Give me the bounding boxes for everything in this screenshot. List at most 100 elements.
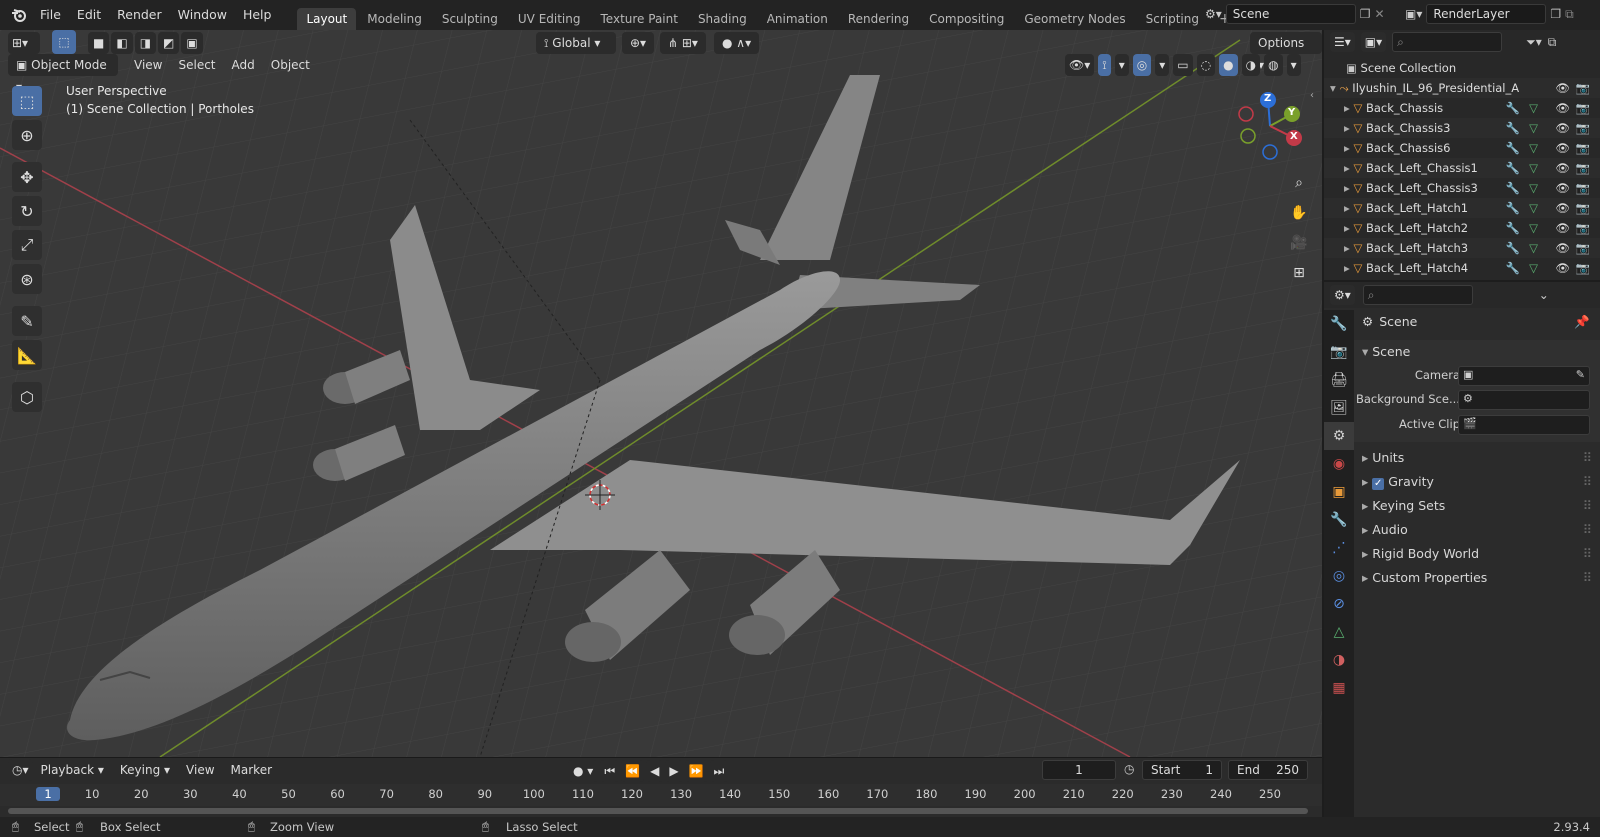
subpanel-header[interactable]: ▸ Keying Sets ⠿ [1354, 494, 1600, 518]
drag-handle-icon[interactable]: ⠿ [1583, 518, 1592, 542]
outliner-item[interactable]: ▸ ▽ Back_Left_Hatch1 🔧 ▽ 👁 📷 [1324, 198, 1600, 218]
select-box-tool-button[interactable]: ⬚ [52, 30, 76, 54]
jump-keyframe-forward-icon[interactable]: ⏩ [684, 760, 708, 782]
render-camera-icon[interactable]: 📷 [1576, 218, 1590, 238]
outliner-item[interactable]: ▸ ▽ Back_Chassis6 🔧 ▽ 👁 📷 [1324, 138, 1600, 158]
constraints-tab-icon[interactable]: ⊘ [1324, 590, 1354, 618]
pin-icon[interactable]: 📌 [1574, 310, 1590, 334]
tab-scripting[interactable]: Scripting [1137, 8, 1208, 30]
extend-selection-icon[interactable]: ◧ [111, 32, 133, 54]
subpanel-header[interactable]: ▸ Audio ⠿ [1354, 518, 1600, 542]
visibility-eye-icon[interactable]: 👁 [1555, 218, 1570, 238]
delete-scene-icon[interactable]: ✕ [1375, 7, 1385, 21]
tab-texture-paint[interactable]: Texture Paint [592, 8, 687, 30]
drag-handle-icon[interactable]: ⠿ [1583, 470, 1592, 494]
current-frame-field[interactable]: 1 [1042, 760, 1116, 780]
preview-range-icon[interactable]: ◷ [1124, 762, 1134, 776]
tab-compositing[interactable]: Compositing [920, 8, 1013, 30]
visibility-eye-icon[interactable]: 👁 [1555, 78, 1570, 98]
menu-edit[interactable]: Edit [69, 0, 109, 30]
menu-render[interactable]: Render [109, 0, 170, 30]
render-camera-icon[interactable]: 📷 [1576, 78, 1590, 98]
drag-handle-icon[interactable]: ⠿ [1583, 494, 1592, 518]
render-camera-icon[interactable]: 📷 [1576, 98, 1590, 118]
rotate-tool-icon[interactable]: ↻ [12, 196, 42, 226]
render-camera-icon[interactable]: 📷 [1576, 158, 1590, 178]
drag-handle-icon[interactable]: ⠿ [1583, 566, 1592, 590]
transform-orientation-dropdown[interactable]: ⟟ Global ▾ [536, 32, 616, 54]
end-frame-field[interactable]: End 250 [1228, 760, 1308, 780]
new-collection-icon[interactable]: ⧉ [1548, 35, 1557, 50]
add-cube-tool-icon[interactable]: ⬡ [12, 382, 42, 412]
rendered-shading-icon[interactable]: ◍ [1264, 54, 1283, 76]
render-camera-icon[interactable]: 📷 [1576, 258, 1590, 278]
outliner-editor-type-icon[interactable]: ☰▾ [1330, 32, 1355, 52]
texture-tab-icon[interactable]: ▦ [1324, 674, 1354, 702]
start-frame-field[interactable]: Start 1 [1142, 760, 1222, 780]
tab-geometry-nodes[interactable]: Geometry Nodes [1015, 8, 1134, 30]
scale-tool-icon[interactable]: ⤢ [12, 230, 42, 260]
tab-sculpting[interactable]: Sculpting [433, 8, 507, 30]
gizmo-toggle-icon[interactable]: ⟟ [1098, 54, 1111, 76]
menu-add[interactable]: Add [224, 54, 263, 76]
wireframe-shading-icon[interactable]: ◌ [1196, 54, 1216, 76]
tab-modeling[interactable]: Modeling [358, 8, 431, 30]
outliner-item[interactable]: ▸ ▽ Back_Left_Chassis3 🔧 ▽ 👁 📷 [1324, 178, 1600, 198]
3d-viewport[interactable]: ⊞▾ ⬚ ■ ◧ ◨ ◩ ▣ ⟟ Global ▾ ⊕▾ ⋔ ⊞▾ ● ∧▾ O… [0, 30, 1322, 757]
tab-layout[interactable]: Layout [297, 8, 357, 30]
jump-keyframe-back-icon[interactable]: ⏪ [621, 760, 645, 782]
pan-hand-icon[interactable]: ✋ [1286, 200, 1312, 226]
menu-window[interactable]: Window [170, 0, 235, 30]
pivot-point-button[interactable]: ⊕▾ [622, 32, 655, 54]
outliner-item[interactable]: ▸ ▽ Back_Chassis 🔧 ▽ 👁 📷 [1324, 98, 1600, 118]
output-tab-icon[interactable]: 🖨 [1324, 366, 1354, 394]
display-mode-icon[interactable]: ▣▾ [1360, 32, 1387, 52]
overlay-toggle-icon[interactable]: ◎ [1132, 54, 1152, 76]
frame-ruler[interactable]: 1 10 20 30 40 50 60 70 80 90 100 110 120 130 140 150 160… [0, 784, 1322, 806]
background-scene-field[interactable]: ⚙ [1458, 390, 1590, 410]
material-tab-icon[interactable]: ◑ [1324, 646, 1354, 674]
tab-rendering[interactable]: Rendering [839, 8, 918, 30]
menu-file[interactable]: File [32, 0, 69, 30]
invert-selection-icon[interactable]: ◩ [158, 32, 180, 54]
drag-handle-icon[interactable]: ⠿ [1583, 542, 1592, 566]
outliner-scene-collection[interactable]: ▣ Scene Collection [1324, 58, 1600, 78]
snap-button[interactable]: ⋔ ⊞▾ [660, 32, 706, 54]
visibility-icon[interactable]: 👁▾ [1065, 54, 1095, 76]
subtract-selection-icon[interactable]: ◨ [134, 32, 157, 54]
outliner-item[interactable]: ▸ ▽ Back_Left_Hatch4 🔧 ▽ 👁 📷 [1324, 258, 1600, 278]
mode-dropdown[interactable]: ▣ Object Mode ▾ [8, 54, 118, 94]
outliner-search-input[interactable]: ⌕ [1392, 32, 1503, 52]
new-scene-icon[interactable]: ❐ [1360, 7, 1371, 21]
proportional-edit-button[interactable]: ● ∧▾ [714, 32, 760, 54]
active-clip-field[interactable]: 🎬 [1458, 415, 1590, 435]
material-shading-icon[interactable]: ◑ [1241, 54, 1261, 76]
render-camera-icon[interactable]: 📷 [1576, 198, 1590, 218]
physics-tab-icon[interactable]: ◎ [1324, 562, 1354, 590]
visibility-eye-icon[interactable]: 👁 [1555, 198, 1570, 218]
new-view-layer-icon[interactable]: ❐ [1550, 7, 1561, 21]
render-camera-icon[interactable]: 📷 [1576, 118, 1590, 138]
filter-icon[interactable]: ⏷▾ [1526, 35, 1542, 50]
menu-playback[interactable]: Playback ▾ [33, 759, 112, 781]
menu-marker[interactable]: Marker [223, 759, 280, 781]
properties-editor[interactable]: ⚙▾ ⌕ ⌄ 🔧 📷 🖨 🖼 ⚙ ◉ ▣ 🔧 ⋰ ◎ ⊘ △ ◑ ▦ ⚙ Sce… [1324, 282, 1600, 817]
view-layer-field[interactable]: RenderLayer [1426, 4, 1547, 24]
zoom-icon[interactable]: ⌕ [1286, 170, 1312, 196]
delete-view-layer-icon[interactable]: ⧉ [1565, 7, 1574, 22]
gizmo-dropdown-icon[interactable]: ▾ [1114, 54, 1129, 76]
cursor-tool-icon[interactable]: ⊕ [12, 120, 42, 150]
menu-keying[interactable]: Keying ▾ [112, 759, 178, 781]
camera-field[interactable]: ▣ ✎ [1458, 366, 1590, 386]
selection-mode-buttons[interactable]: ■ ◧ ◨ ◩ ▣ [88, 32, 203, 54]
xray-icon[interactable]: ▭ [1173, 54, 1193, 76]
measure-tool-icon[interactable]: 📐 [12, 340, 42, 370]
render-camera-icon[interactable]: 📷 [1576, 238, 1590, 258]
menu-object[interactable]: Object [263, 54, 318, 76]
jump-start-icon[interactable]: ⏮ [600, 760, 620, 782]
drag-handle-icon[interactable]: ⠿ [1583, 446, 1592, 470]
menu-view[interactable]: View [126, 54, 170, 76]
jump-end-icon[interactable]: ⏭ [709, 760, 729, 782]
tool-tab-icon[interactable]: 🔧 [1324, 310, 1354, 338]
subpanel-header[interactable]: ▸ ✓ Gravity ⠿ [1354, 470, 1600, 494]
